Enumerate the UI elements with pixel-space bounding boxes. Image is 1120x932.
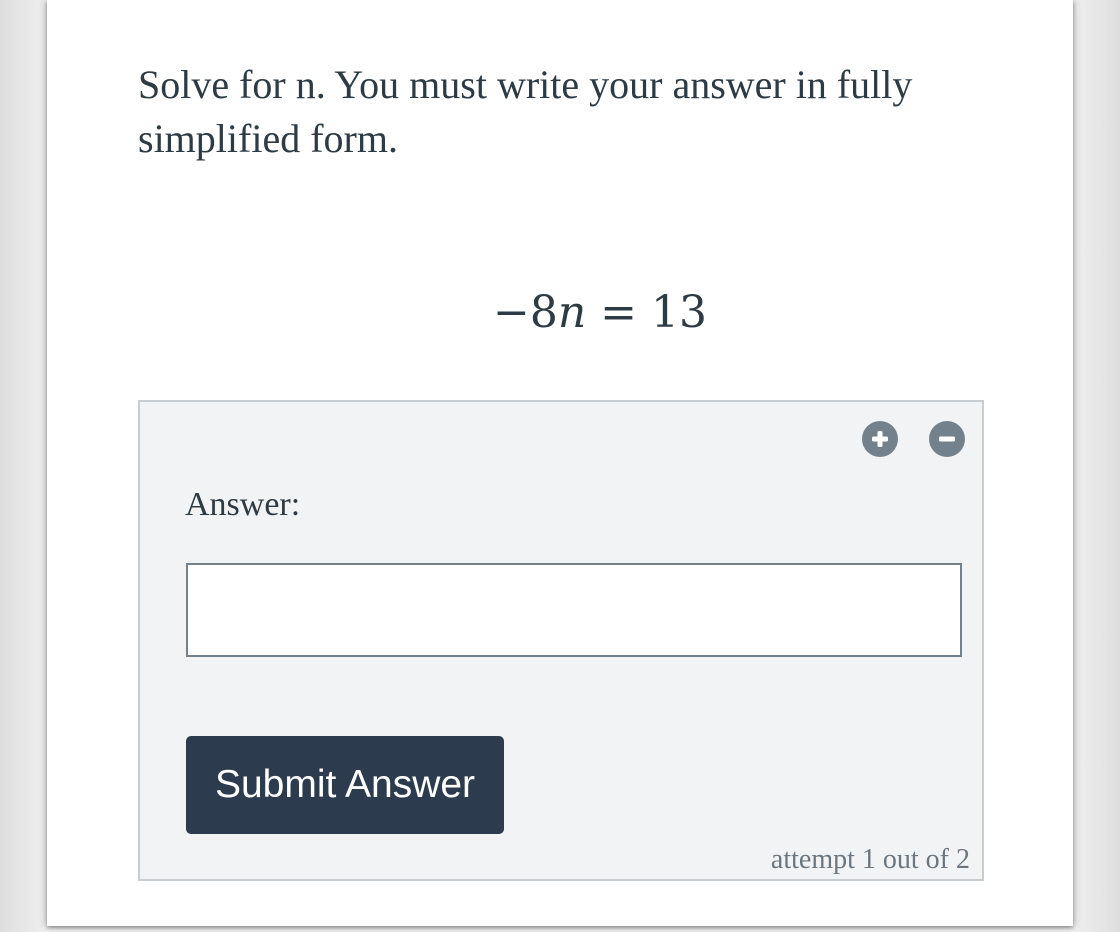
- answer-label: Answer:: [185, 486, 301, 523]
- attempt-counter: attempt 1 out of 2: [770, 844, 970, 875]
- answer-panel: Answer: Submit Answer attempt 1 out of 2: [138, 400, 984, 881]
- equation-rhs: 13: [651, 287, 708, 338]
- minus-circle-icon[interactable]: [929, 421, 965, 457]
- submit-answer-button[interactable]: Submit Answer: [186, 736, 504, 834]
- question-text: Solve for n. You must write your answer …: [138, 62, 913, 161]
- equation: −8n = 13: [47, 287, 1120, 338]
- question-card: Solve for n. You must write your answer …: [47, 0, 1073, 926]
- equation-variable: n: [557, 287, 587, 338]
- answer-input[interactable]: [186, 563, 962, 657]
- equation-operator: =: [600, 287, 638, 338]
- equation-coefficient: −8: [492, 287, 558, 338]
- plus-circle-icon[interactable]: [862, 421, 898, 457]
